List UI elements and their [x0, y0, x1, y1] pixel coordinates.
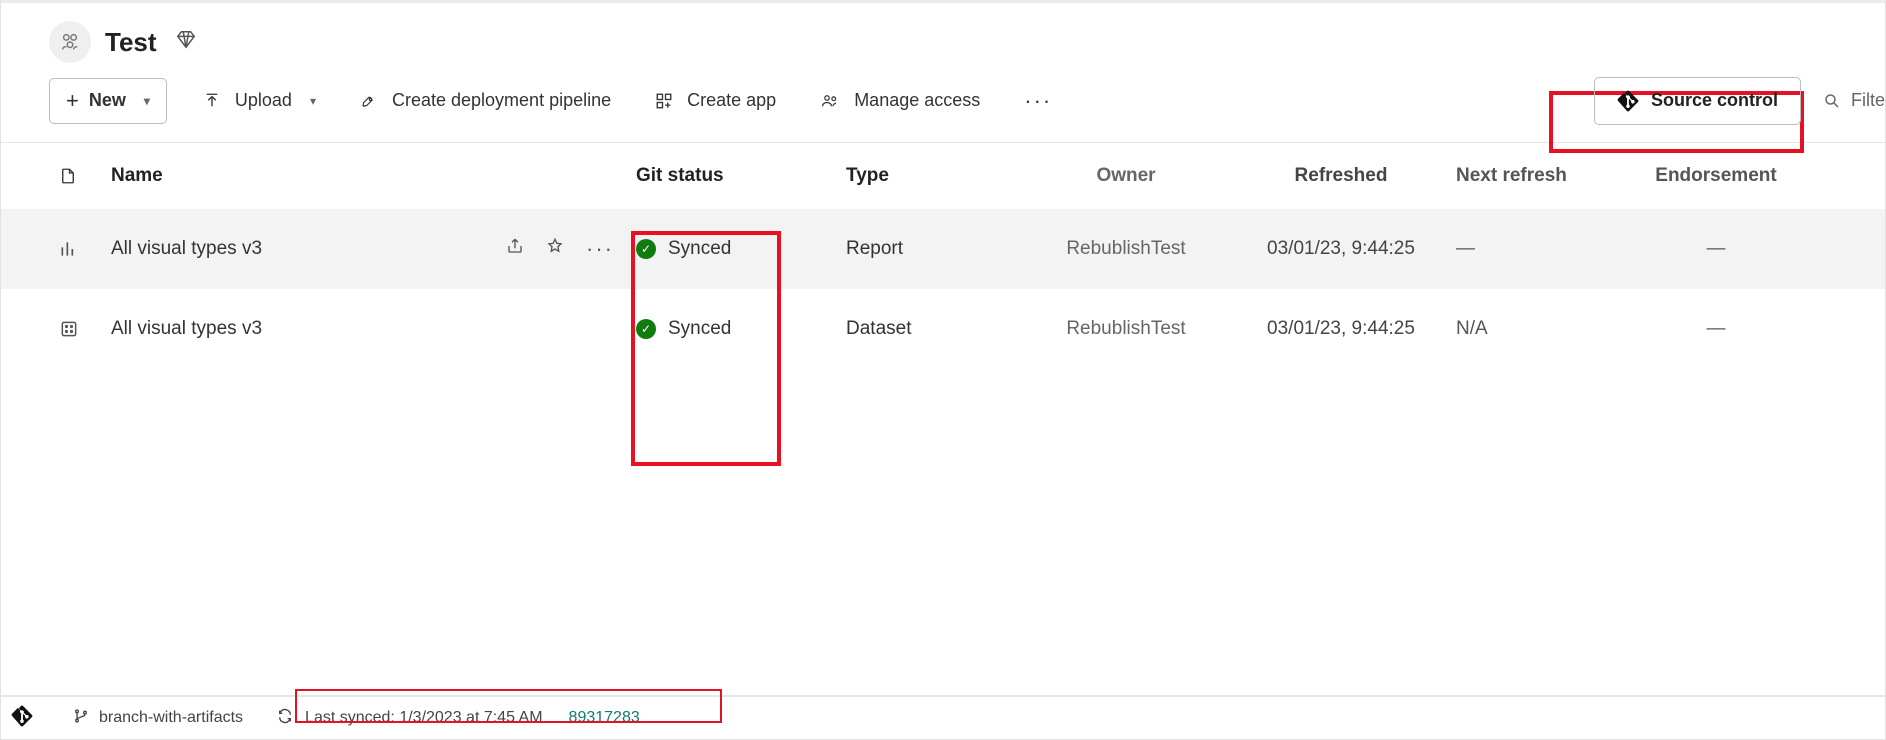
col-endorsement[interactable]: Endorsement: [1646, 165, 1786, 187]
item-refreshed: 03/01/23, 9:44:25: [1226, 318, 1456, 340]
plus-icon: +: [66, 88, 79, 114]
upload-label: Upload: [235, 90, 292, 111]
create-app-button[interactable]: Create app: [655, 90, 776, 111]
people-icon: [820, 92, 840, 110]
ellipsis-icon: ···: [1024, 88, 1052, 114]
item-endorsement: —: [1646, 318, 1786, 340]
item-owner: RebublishTest: [1016, 318, 1226, 340]
app-icon: [655, 92, 673, 110]
new-button[interactable]: + New ▾: [49, 78, 167, 124]
search-icon: [1823, 92, 1841, 110]
sync-icon[interactable]: [277, 708, 293, 729]
upload-icon: [203, 92, 221, 110]
dataset-icon: [59, 319, 79, 339]
col-refreshed[interactable]: Refreshed: [1226, 165, 1456, 187]
table-row[interactable]: All visual types v3 ··· ✓ Synced Report …: [1, 209, 1885, 289]
commit-id[interactable]: 89317283: [569, 709, 640, 727]
git-icon: [11, 705, 33, 732]
favorite-icon[interactable]: [546, 237, 564, 261]
workspace-title: Test: [105, 27, 157, 58]
git-icon: [1617, 90, 1639, 112]
synced-icon: ✓: [636, 239, 656, 259]
col-owner[interactable]: Owner: [1016, 165, 1226, 187]
table-row[interactable]: All visual types v3 ✓ Synced Dataset Reb…: [1, 289, 1885, 369]
filter-placeholder: Filte: [1851, 90, 1885, 111]
col-git[interactable]: Git status: [636, 165, 816, 187]
upload-button[interactable]: Upload ▾: [203, 90, 316, 111]
item-next: —: [1456, 238, 1646, 260]
git-status: Synced: [668, 318, 731, 340]
item-name[interactable]: All visual types v3: [111, 238, 506, 260]
workspace-header: Test: [1, 3, 1885, 77]
manage-access-label: Manage access: [854, 90, 980, 111]
manage-access-button[interactable]: Manage access: [820, 90, 980, 111]
premium-icon: [175, 29, 197, 56]
col-name[interactable]: Name: [111, 165, 506, 187]
item-owner: RebublishTest: [1016, 238, 1226, 260]
source-control-label: Source control: [1651, 90, 1778, 111]
item-type-icon: [59, 319, 111, 339]
item-type: Report: [816, 238, 1016, 260]
item-endorsement: —: [1646, 238, 1786, 260]
branch-icon: [73, 708, 89, 729]
item-type: Dataset: [816, 318, 1016, 340]
item-type-icon: [59, 239, 111, 259]
item-name[interactable]: All visual types v3: [111, 318, 506, 340]
col-next[interactable]: Next refresh: [1456, 165, 1646, 187]
col-type[interactable]: Type: [816, 165, 1016, 187]
file-icon: [59, 165, 77, 187]
git-status: Synced: [668, 238, 731, 260]
more-button[interactable]: ···: [1024, 88, 1052, 114]
col-icon: [59, 165, 111, 187]
toolbar: + New ▾ Upload ▾ Create deployment pipel…: [1, 77, 1885, 143]
row-more-icon[interactable]: ···: [586, 236, 614, 262]
status-bar: branch-with-artifacts Last synced: 1/3/2…: [1, 695, 1885, 739]
last-synced: Last synced: 1/3/2023 at 7:45 AM: [305, 709, 543, 727]
grid-header: Name Git status Type Owner Refreshed Nex…: [1, 143, 1885, 209]
item-next: N/A: [1456, 318, 1646, 340]
pipeline-label: Create deployment pipeline: [392, 90, 611, 111]
chevron-down-icon: ▾: [310, 94, 316, 108]
workspace-icon: [49, 21, 91, 63]
synced-icon: ✓: [636, 319, 656, 339]
filter-input[interactable]: Filte: [1823, 90, 1885, 111]
create-app-label: Create app: [687, 90, 776, 111]
chevron-down-icon: ▾: [144, 94, 150, 108]
branch-name[interactable]: branch-with-artifacts: [99, 709, 243, 727]
source-control-button[interactable]: Source control: [1594, 77, 1801, 125]
new-label: New: [89, 90, 126, 111]
item-refreshed: 03/01/23, 9:44:25: [1226, 238, 1456, 260]
report-icon: [59, 239, 79, 259]
create-pipeline-button[interactable]: Create deployment pipeline: [360, 90, 611, 111]
rocket-icon: [360, 92, 378, 110]
item-grid: Name Git status Type Owner Refreshed Nex…: [1, 143, 1885, 369]
share-icon[interactable]: [506, 237, 524, 261]
